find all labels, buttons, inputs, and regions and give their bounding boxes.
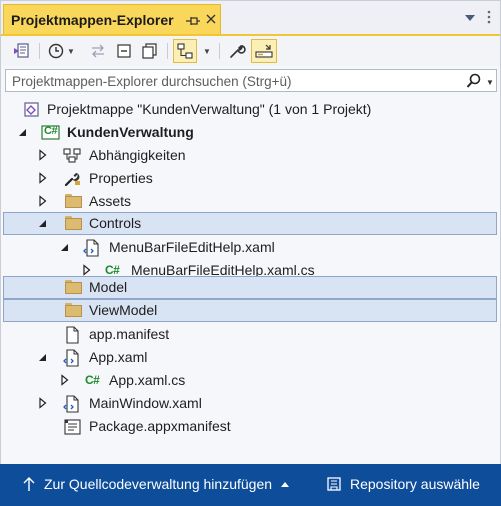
expanded-arrow-icon[interactable] bbox=[17, 126, 29, 138]
csharp-file-icon: C# bbox=[85, 373, 100, 387]
solution-explorer-window: Projektmappen-Explorer ▼ ▼ Projektmappen… bbox=[0, 0, 501, 506]
sync-arrows-icon bbox=[92, 44, 104, 58]
expanded-arrow-icon[interactable] bbox=[37, 217, 49, 229]
preview-selected-items-button[interactable] bbox=[251, 39, 277, 63]
tree-item-label: MenuBarFileEditHelp.xaml bbox=[109, 239, 275, 255]
more-options-icon[interactable] bbox=[484, 8, 494, 26]
properties-wrench-icon bbox=[63, 170, 81, 187]
folder-icon bbox=[65, 216, 83, 233]
collapsed-arrow-icon[interactable] bbox=[81, 264, 93, 276]
title-bar: Projektmappen-Explorer bbox=[1, 1, 500, 35]
tree-item-label: ViewModel bbox=[89, 302, 158, 318]
collapsed-arrow-icon[interactable] bbox=[37, 195, 49, 207]
search-options-chevron-icon[interactable]: ▼ bbox=[486, 78, 494, 87]
collapsed-arrow-icon[interactable] bbox=[59, 374, 71, 386]
tree-item-model[interactable]: Model bbox=[3, 276, 497, 299]
expanded-arrow-icon[interactable] bbox=[59, 241, 71, 253]
window-title: Projektmappen-Explorer bbox=[11, 12, 174, 28]
tree-item-label: Projektmappe "KundenVerwaltung" (1 von 1… bbox=[47, 101, 372, 117]
tree-item-label: Abhängigkeiten bbox=[89, 147, 186, 163]
pin-icon[interactable] bbox=[185, 14, 201, 28]
tree-item-assets[interactable]: Assets bbox=[3, 190, 497, 213]
tree-item-label: KundenVerwaltung bbox=[67, 124, 194, 140]
window-options-dropdown-icon[interactable] bbox=[463, 12, 477, 24]
status-bar: Zur Quellcodeverwaltung hinzufügen Repos… bbox=[0, 464, 501, 506]
tree-item-viewmodel[interactable]: ViewModel bbox=[3, 299, 497, 322]
tree-item-app-xaml[interactable]: App.xaml bbox=[3, 346, 497, 369]
search-box[interactable]: ▼ bbox=[5, 69, 497, 92]
tree-item-properties[interactable]: Properties bbox=[3, 167, 497, 190]
folder-icon bbox=[65, 280, 83, 297]
toolbar-separator bbox=[167, 43, 168, 59]
toolbar: ▼ ▼ bbox=[1, 36, 500, 66]
csharp-project-icon: C# bbox=[41, 124, 60, 141]
switch-views-button[interactable] bbox=[9, 39, 33, 63]
hierarchy-icon bbox=[177, 43, 193, 59]
tree-item-label: Assets bbox=[89, 193, 132, 209]
history-button[interactable]: ▼ bbox=[45, 39, 77, 63]
close-icon[interactable] bbox=[204, 11, 218, 27]
hierarchy-dropdown-button[interactable]: ▼ bbox=[199, 39, 213, 63]
repository-icon bbox=[327, 477, 341, 491]
toolbar-separator bbox=[219, 43, 220, 59]
xaml-file-icon bbox=[63, 395, 81, 413]
chevron-down-icon: ▼ bbox=[67, 46, 75, 56]
collapsed-arrow-icon[interactable] bbox=[37, 172, 49, 184]
tree-item-label: MainWindow.xaml bbox=[89, 395, 202, 411]
tree-item-controls[interactable]: Controls bbox=[3, 212, 497, 235]
properties-button[interactable] bbox=[225, 39, 249, 63]
package-manifest-icon bbox=[63, 418, 81, 435]
solution-icon bbox=[23, 101, 41, 118]
tool-window-tab[interactable]: Projektmappen-Explorer bbox=[3, 4, 221, 35]
tree-item-label: App.xaml bbox=[89, 349, 148, 365]
tree-item-app-manifest[interactable]: app.manifest bbox=[3, 323, 497, 346]
folder-icon bbox=[65, 303, 83, 320]
show-hierarchy-button[interactable] bbox=[173, 39, 197, 63]
tree-item-label: Controls bbox=[89, 215, 142, 231]
tree-item-label: Model bbox=[89, 279, 128, 295]
search-input[interactable] bbox=[12, 72, 452, 90]
wrench-icon bbox=[230, 44, 246, 58]
xaml-file-icon bbox=[83, 239, 101, 257]
chevron-down-icon: ▼ bbox=[203, 46, 211, 56]
collapsed-arrow-icon[interactable] bbox=[37, 397, 49, 409]
tree-item-label: app.manifest bbox=[89, 326, 170, 342]
tree-item-label: App.xaml.cs bbox=[109, 372, 186, 388]
manifest-file-icon bbox=[63, 326, 81, 344]
collapsed-arrow-icon[interactable] bbox=[37, 149, 49, 161]
tree-item-solution[interactable]: Projektmappe "KundenVerwaltung" (1 von 1… bbox=[3, 98, 497, 121]
tree-item-app-cs[interactable]: C# App.xaml.cs bbox=[3, 369, 497, 392]
tree-item-label: Properties bbox=[89, 170, 153, 186]
collapse-all-icon bbox=[117, 44, 131, 58]
tree-item-label: Package.appxmanifest bbox=[89, 418, 231, 434]
source-control-label: Zur Quellcodeverwaltung hinzufügen bbox=[44, 476, 273, 492]
tree-item-menubar-xaml[interactable]: MenuBarFileEditHelp.xaml bbox=[3, 236, 497, 259]
tree-item-dependencies[interactable]: Abhängigkeiten bbox=[3, 144, 497, 167]
preview-icon bbox=[255, 44, 273, 58]
expanded-arrow-icon[interactable] bbox=[37, 351, 49, 363]
arrow-up-icon bbox=[23, 477, 35, 491]
copy-icon bbox=[142, 43, 157, 59]
tree-item-package-manifest[interactable]: Package.appxmanifest bbox=[3, 415, 497, 438]
xaml-file-icon bbox=[63, 349, 81, 367]
copy-view-button[interactable] bbox=[139, 39, 161, 63]
collapse-all-button[interactable] bbox=[113, 39, 135, 63]
select-repository-button[interactable]: Repository auswähle bbox=[326, 476, 480, 492]
dependencies-icon bbox=[63, 147, 81, 164]
folder-icon bbox=[65, 194, 83, 211]
tree-item-mainwindow[interactable]: MainWindow.xaml bbox=[3, 392, 497, 415]
switch-views-icon bbox=[14, 43, 29, 58]
tree-item-project[interactable]: C# KundenVerwaltung bbox=[3, 121, 497, 144]
clock-icon bbox=[48, 43, 64, 59]
toolbar-separator bbox=[39, 43, 40, 59]
search-icon[interactable] bbox=[465, 72, 483, 90]
caret-up-icon bbox=[281, 482, 290, 487]
sync-with-active-document-button[interactable] bbox=[87, 39, 109, 63]
repository-label: Repository auswähle bbox=[350, 476, 480, 492]
add-to-source-control-button[interactable]: Zur Quellcodeverwaltung hinzufügen bbox=[22, 476, 290, 492]
csharp-badge: C# bbox=[44, 125, 58, 137]
